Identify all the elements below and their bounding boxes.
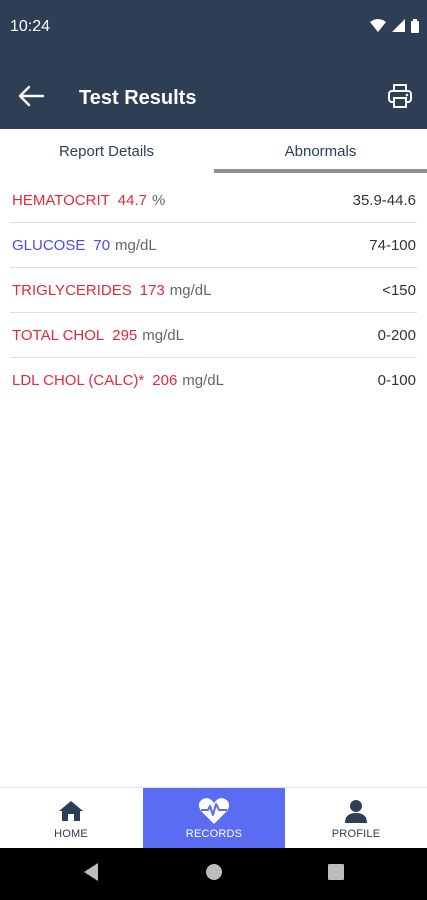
result-unit: mg/dL bbox=[169, 282, 212, 299]
list-item[interactable]: LDL CHOL (CALC)* 206 mg/dL 0-100 bbox=[10, 358, 417, 403]
result-name-value: GLUCOSE 70 mg/dL bbox=[12, 237, 157, 254]
result-unit: mg/dL bbox=[182, 372, 224, 389]
result-value: 173 bbox=[139, 282, 165, 299]
nav-profile-label: PROFILE bbox=[331, 828, 381, 840]
result-value: 295 bbox=[112, 327, 138, 344]
result-unit: % bbox=[151, 192, 166, 209]
person-icon bbox=[344, 798, 368, 824]
result-name: TOTAL CHOL bbox=[12, 327, 105, 344]
bottom-nav: HOME RECORDS PROFILE bbox=[0, 787, 427, 849]
tab-report-details[interactable]: Report Details bbox=[0, 129, 213, 173]
printer-icon bbox=[387, 83, 413, 114]
result-range: 74-100 bbox=[369, 237, 416, 254]
nav-home-label: HOME bbox=[54, 828, 88, 840]
triangle-back-icon bbox=[82, 862, 100, 887]
result-name: GLUCOSE bbox=[12, 237, 86, 254]
result-value: 206 bbox=[152, 372, 178, 389]
result-value: 44.7 bbox=[117, 192, 147, 209]
results-list: HEMATOCRIT 44.7% 35.9-44.6 GLUCOSE 70 mg/dL… bbox=[0, 178, 427, 403]
circle-home-icon bbox=[205, 863, 223, 886]
result-range: 35.9-44.6 bbox=[352, 192, 416, 209]
result-range: 0-100 bbox=[377, 372, 416, 389]
app-bar: Test Results bbox=[0, 68, 427, 129]
print-button[interactable] bbox=[385, 82, 415, 114]
list-item[interactable]: TOTAL CHOL 295 mg/dL 0-200 bbox=[10, 313, 417, 358]
home-icon bbox=[58, 798, 84, 824]
result-name: TRIGLYCERIDES bbox=[12, 282, 132, 299]
system-home-button[interactable] bbox=[203, 863, 225, 885]
list-item[interactable]: HEMATOCRIT 44.7% 35.9-44.6 bbox=[10, 178, 417, 223]
result-name-value: LDL CHOL (CALC)* 206 mg/dL bbox=[12, 372, 224, 389]
status-bar: 10:24 bbox=[0, 0, 427, 68]
active-tab-indicator bbox=[214, 169, 427, 173]
result-unit: mg/dL bbox=[142, 327, 184, 344]
status-icons bbox=[370, 18, 419, 38]
wifi-icon bbox=[370, 19, 386, 37]
battery-icon bbox=[411, 18, 419, 38]
arrow-left-icon bbox=[17, 84, 45, 113]
system-recents-button[interactable] bbox=[325, 863, 347, 885]
page-title: Test Results bbox=[79, 87, 197, 109]
back-button[interactable] bbox=[14, 82, 48, 114]
nav-profile[interactable]: PROFILE bbox=[285, 788, 427, 849]
result-range: 0-200 bbox=[377, 327, 416, 344]
result-name: HEMATOCRIT bbox=[12, 192, 110, 209]
tab-abnormals[interactable]: Abnormals bbox=[214, 129, 427, 173]
system-back-button[interactable] bbox=[80, 862, 102, 887]
list-item[interactable]: TRIGLYCERIDES 173 mg/dL <150 bbox=[10, 268, 417, 313]
result-name: LDL CHOL (CALC)* bbox=[12, 372, 145, 389]
result-name-value: HEMATOCRIT 44.7% bbox=[12, 192, 165, 209]
square-recents-icon bbox=[327, 863, 345, 886]
result-name-value: TOTAL CHOL 295 mg/dL bbox=[12, 327, 184, 344]
nav-home[interactable]: HOME bbox=[0, 788, 142, 849]
nav-records-label: RECORDS bbox=[185, 828, 243, 840]
tab-bar: Report Details Abnormals bbox=[0, 129, 427, 173]
list-item[interactable]: GLUCOSE 70 mg/dL 74-100 bbox=[10, 223, 417, 268]
result-unit: mg/dL bbox=[115, 237, 157, 254]
result-range: <150 bbox=[382, 282, 416, 299]
system-nav-bar bbox=[0, 848, 427, 900]
status-time: 10:24 bbox=[10, 18, 51, 35]
heart-pulse-icon bbox=[198, 798, 230, 824]
result-name-value: TRIGLYCERIDES 173 mg/dL bbox=[12, 282, 211, 299]
signal-icon bbox=[392, 19, 405, 37]
result-value: 70 bbox=[93, 237, 111, 254]
nav-records[interactable]: RECORDS bbox=[143, 788, 285, 849]
